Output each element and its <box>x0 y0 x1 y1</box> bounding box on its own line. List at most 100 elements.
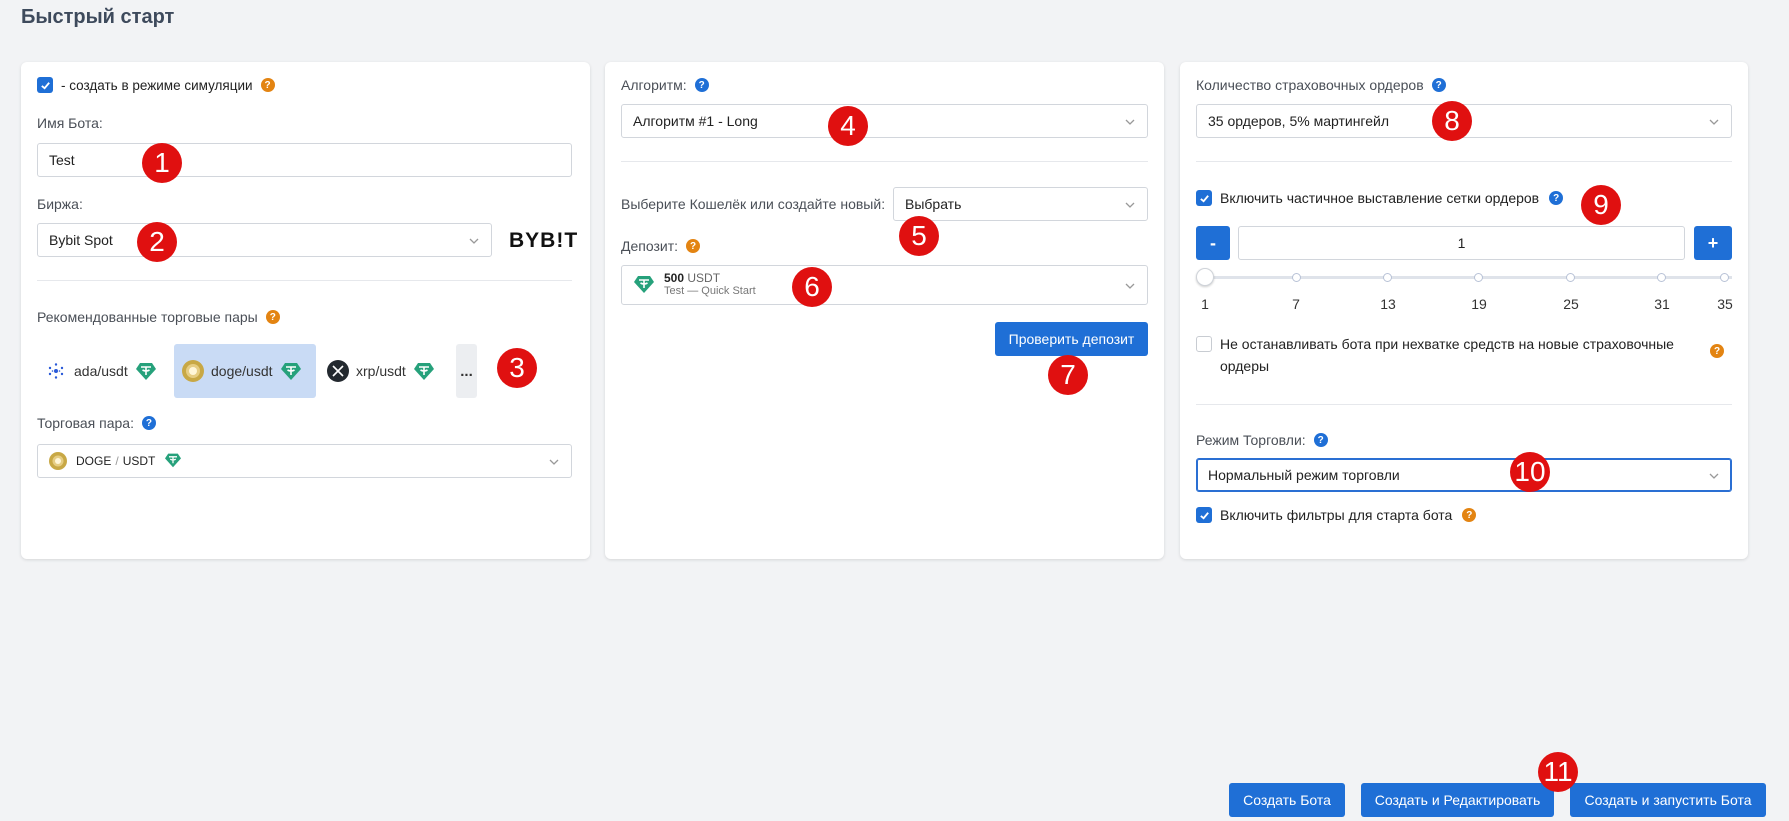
create-and-edit-button[interactable]: Создать и Редактировать <box>1361 783 1554 817</box>
slider-step <box>1474 273 1483 282</box>
xrp-icon <box>327 360 349 382</box>
check-icon <box>1199 511 1209 520</box>
slider-thumb[interactable] <box>1196 268 1214 286</box>
no-stop-label-line1: Не останавливать бота при нехватке средс… <box>1220 336 1674 352</box>
create-and-run-button[interactable]: Создать и запустить Бота <box>1570 783 1766 817</box>
help-icon[interactable]: ? <box>1313 433 1328 447</box>
trading-pair-base: DOGE <box>76 454 112 468</box>
help-icon[interactable]: ? <box>1710 344 1724 358</box>
tether-icon <box>280 360 302 382</box>
chevron-down-icon <box>1125 283 1135 289</box>
annotation-marker: 1 <box>142 143 182 183</box>
help-icon[interactable]: ? <box>265 310 280 324</box>
annotation-marker: 3 <box>497 348 537 388</box>
grid-count-value: 1 <box>1457 235 1466 251</box>
wallet-select[interactable]: Выбрать <box>893 187 1148 221</box>
partial-grid-checkbox[interactable] <box>1196 190 1212 206</box>
exchange-select[interactable]: Bybit Spot <box>37 223 492 257</box>
annotation-marker: 5 <box>899 216 939 256</box>
algorithm-row: Алгоритм: ? <box>621 77 709 93</box>
pair-chip-ada[interactable]: ada/usdt <box>37 344 165 398</box>
trading-pair-separator: / <box>115 454 119 468</box>
slider-track[interactable] <box>1206 276 1732 279</box>
tether-icon <box>164 452 182 471</box>
deposit-select[interactable]: 500 USDT Test — Quick Start <box>621 265 1148 305</box>
check-deposit-button[interactable]: Проверить депозит <box>995 322 1148 356</box>
annotation-marker: 4 <box>828 106 868 146</box>
filters-label: Включить фильтры для старта бота <box>1220 507 1453 523</box>
safety-orders-row: Количество страховочных ордеров ? <box>1196 77 1446 93</box>
help-icon[interactable]: ? <box>1549 191 1564 205</box>
algorithm-value: Алгоритм #1 - Long <box>633 113 758 129</box>
slider-tick-label: 19 <box>1471 296 1487 312</box>
filters-checkbox[interactable] <box>1196 507 1212 523</box>
no-stop-checkbox[interactable] <box>1196 336 1212 352</box>
trading-pair-quote: USDT <box>122 454 156 468</box>
deposit-subtitle: Test — Quick Start <box>664 285 756 297</box>
deposit-info: 500 USDT Test — Quick Start <box>664 272 756 298</box>
annotation-marker: 11 <box>1538 752 1578 792</box>
trade-mode-select[interactable]: Нормальный режим торговли <box>1196 458 1732 492</box>
help-icon[interactable]: ? <box>686 239 701 253</box>
algorithm-select[interactable]: Алгоритм #1 - Long <box>621 104 1148 138</box>
tether-icon <box>413 360 435 382</box>
slider-step <box>1657 273 1666 282</box>
help-icon[interactable]: ? <box>1462 508 1477 522</box>
pair-chip-label: doge/usdt <box>211 363 273 379</box>
slider-tick-label: 7 <box>1292 296 1300 312</box>
safety-orders-value: 35 ордеров, 5% мартингейл <box>1208 113 1390 129</box>
algorithm-card: Алгоритм: ? Алгоритм #1 - Long Выберите … <box>605 62 1164 559</box>
slider-step <box>1720 273 1729 282</box>
page-title: Быстрый старт <box>21 6 175 28</box>
simulation-label: - создать в режиме симуляции <box>61 77 253 93</box>
check-icon <box>1199 194 1209 203</box>
wallet-label: Выберите Кошелёк или создайте новый: <box>621 196 886 212</box>
chevron-down-icon <box>469 238 479 244</box>
bybit-logo: BYB!T <box>509 229 579 252</box>
deposit-amount: 500 <box>664 271 685 285</box>
trading-pair-select[interactable]: DOGE / USDT <box>37 444 572 478</box>
simulation-row: - создать в режиме симуляции ? <box>37 77 275 93</box>
no-stop-text: Не останавливать бота при нехватке средс… <box>1220 333 1702 377</box>
exchange-value: Bybit Spot <box>49 232 113 248</box>
slider-tick-label: 1 <box>1201 296 1209 312</box>
safety-orders-label: Количество страховочных ордеров <box>1196 77 1424 93</box>
pair-chip-doge[interactable]: doge/usdt <box>174 344 316 398</box>
annotation-marker: 10 <box>1510 452 1550 492</box>
divider <box>37 280 572 281</box>
help-icon[interactable]: ? <box>141 416 156 430</box>
no-stop-label-line2: ордеры <box>1220 358 1270 374</box>
simulation-checkbox[interactable] <box>37 77 53 93</box>
deposit-currency: USDT <box>687 271 721 285</box>
slider-tick-label: 13 <box>1380 296 1396 312</box>
grid-count-input[interactable]: 1 <box>1238 226 1685 260</box>
chevron-down-icon <box>1709 473 1719 479</box>
create-bot-button[interactable]: Создать Бота <box>1229 783 1345 817</box>
bot-name-label: Имя Бота: <box>37 115 103 131</box>
slider-step <box>1292 273 1301 282</box>
trade-mode-value: Нормальный режим торговли <box>1208 467 1400 483</box>
pair-chip-xrp[interactable]: xrp/usdt <box>319 344 443 398</box>
trade-mode-row: Режим Торговли: ? <box>1196 432 1328 448</box>
chevron-down-icon <box>1125 119 1135 125</box>
partial-grid-label: Включить частичное выставление сетки орд… <box>1220 190 1540 206</box>
bot-settings-card: - создать в режиме симуляции ? Имя Бота:… <box>21 62 590 559</box>
help-icon[interactable]: ? <box>260 78 275 92</box>
stepper-plus-button[interactable]: + <box>1694 226 1732 260</box>
filters-row: Включить фильтры для старта бота ? <box>1196 507 1477 523</box>
help-icon[interactable]: ? <box>694 78 709 92</box>
dogecoin-icon <box>49 452 67 470</box>
more-pairs-button[interactable]: ... <box>456 344 477 398</box>
stepper-minus-button[interactable]: - <box>1196 226 1230 260</box>
exchange-label: Биржа: <box>37 196 83 212</box>
trading-pair-row: Торговая пара: ? <box>37 415 156 431</box>
recommended-row: Рекомендованные торговые пары ? <box>37 309 280 325</box>
recommended-label: Рекомендованные торговые пары <box>37 309 258 325</box>
help-icon[interactable]: ? <box>1431 78 1446 92</box>
divider <box>621 161 1148 162</box>
annotation-marker: 8 <box>1432 101 1472 141</box>
cardano-icon <box>45 360 67 382</box>
deposit-row: Депозит: ? <box>621 238 701 254</box>
bot-name-input[interactable]: Test <box>37 143 572 177</box>
slider-step <box>1383 273 1392 282</box>
